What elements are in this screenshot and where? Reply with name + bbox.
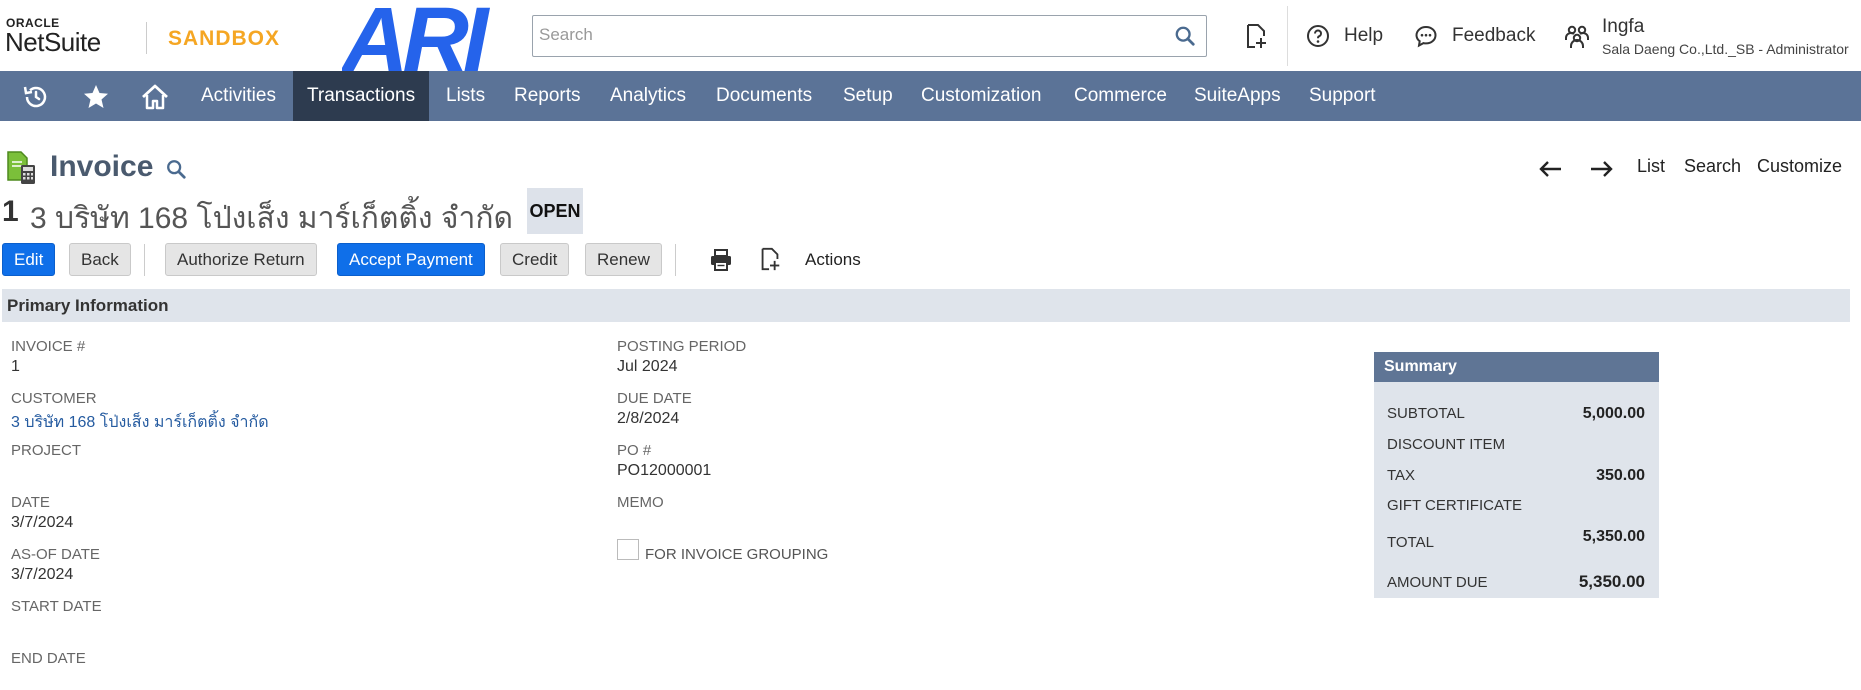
global-header: ORACLE NetSuite SANDBOX ARI Help Feedbac… (0, 0, 1861, 71)
invoice-grouping-label: FOR INVOICE GROUPING (645, 546, 829, 563)
logo-divider (146, 22, 147, 54)
star-icon[interactable] (81, 82, 111, 112)
invoice-icon (7, 151, 35, 184)
total-value: 5,350.00 (1582, 528, 1645, 545)
accept-payment-button[interactable]: Accept Payment (337, 243, 485, 276)
home-icon[interactable] (140, 82, 170, 112)
nav-documents[interactable]: Documents (702, 71, 826, 121)
as-of-date-value: 3/7/2024 (11, 566, 74, 583)
page-title: Invoice (50, 150, 154, 183)
toolbar-separator (144, 244, 145, 276)
nav-setup[interactable]: Setup (829, 71, 907, 121)
arrow-right-icon[interactable] (1589, 160, 1613, 178)
nav-transactions[interactable]: Transactions (293, 71, 430, 121)
po-number-value: PO12000001 (617, 462, 712, 479)
sandbox-label: SANDBOX (168, 27, 281, 50)
edit-button[interactable]: Edit (2, 243, 56, 276)
subtotal-value: 5,000.00 (1582, 405, 1645, 422)
posting-period-value: Jul 2024 (617, 358, 678, 375)
netsuite-logo[interactable]: NetSuite (5, 27, 101, 58)
new-record-icon[interactable] (757, 246, 783, 272)
customize-link[interactable]: Customize (1757, 156, 1842, 177)
list-link[interactable]: List (1637, 156, 1665, 177)
summary-title: Summary (1384, 358, 1457, 375)
authorize-return-button[interactable]: Authorize Return (165, 243, 317, 276)
customer-link[interactable]: 3 บริษัท 168 โป่งเส็ง มาร์เก็ตติ้ง จำกัด (11, 410, 269, 435)
gift-certificate-label: GIFT CERTIFICATE (1387, 497, 1523, 514)
invoice-number-label: INVOICE # (11, 338, 86, 355)
user-role[interactable]: Sala Daeng Co.,Ltd._SB - Administrator (1602, 41, 1849, 57)
renew-button[interactable]: Renew (585, 243, 662, 276)
date-label: DATE (11, 494, 50, 511)
search-input[interactable] (533, 16, 1153, 54)
tax-label: TAX (1387, 467, 1416, 484)
tax-value: 350.00 (1596, 467, 1645, 484)
subtotal-label: SUBTOTAL (1387, 405, 1465, 422)
nav-lists[interactable]: Lists (432, 71, 499, 121)
back-button[interactable]: Back (69, 243, 131, 276)
summary-panel: Summary SUBTOTAL 5,000.00 DISCOUNT ITEM … (1374, 352, 1659, 598)
global-search[interactable] (532, 15, 1207, 57)
search-icon[interactable] (165, 158, 187, 180)
po-number-label: PO # (617, 442, 652, 459)
invoice-number-value: 1 (11, 358, 20, 375)
nav-activities[interactable]: Activities (187, 71, 290, 121)
main-navigation: Activities Transactions Lists Reports An… (0, 71, 1861, 121)
project-label: PROJECT (11, 442, 82, 459)
header-separator (1287, 6, 1288, 66)
primary-information-header[interactable]: Primary Information (2, 289, 1850, 322)
nav-support[interactable]: Support (1295, 71, 1390, 121)
roles-icon[interactable] (1564, 23, 1590, 49)
due-date-label: DUE DATE (617, 390, 692, 407)
new-record-icon[interactable] (1242, 22, 1270, 50)
feedback-link[interactable]: Feedback (1452, 25, 1535, 47)
invoice-grouping-checkbox[interactable] (617, 539, 639, 560)
nav-commerce[interactable]: Commerce (1060, 71, 1181, 121)
search-link[interactable]: Search (1684, 156, 1741, 177)
print-icon[interactable] (709, 248, 733, 272)
recent-icon[interactable] (21, 82, 51, 112)
amount-due-label: AMOUNT DUE (1387, 574, 1488, 591)
date-value: 3/7/2024 (11, 514, 74, 531)
actions-menu[interactable]: Actions (805, 250, 861, 270)
section-title: Primary Information (7, 296, 169, 315)
toolbar-separator (675, 244, 676, 276)
nav-reports[interactable]: Reports (500, 71, 595, 121)
record-name: 3 บริษัท 168 โป่งเส็ง มาร์เก็ตติ้ง จำกัด (30, 202, 513, 235)
nav-customization[interactable]: Customization (907, 71, 1055, 121)
help-icon[interactable] (1306, 24, 1330, 48)
discount-item-label: DISCOUNT ITEM (1387, 436, 1506, 453)
status-badge: OPEN (527, 188, 583, 234)
ari-brand-logo: ARI (342, 0, 497, 71)
nav-suiteapps[interactable]: SuiteApps (1180, 71, 1295, 121)
help-link[interactable]: Help (1344, 25, 1383, 47)
summary-header: Summary (1374, 352, 1659, 382)
arrow-left-icon[interactable] (1539, 160, 1563, 178)
search-icon[interactable] (1174, 25, 1196, 47)
start-date-label: START DATE (11, 598, 102, 615)
due-date-value: 2/8/2024 (617, 410, 680, 427)
amount-due-value: 5,350.00 (1578, 572, 1645, 591)
as-of-date-label: AS-OF DATE (11, 546, 100, 563)
svg-text:ARI: ARI (342, 0, 491, 71)
user-name[interactable]: Ingfa (1602, 16, 1644, 38)
nav-analytics[interactable]: Analytics (596, 71, 700, 121)
posting-period-label: POSTING PERIOD (617, 338, 747, 355)
total-label: TOTAL (1387, 534, 1434, 551)
memo-label: MEMO (617, 494, 664, 511)
credit-button[interactable]: Credit (500, 243, 570, 276)
customer-label: CUSTOMER (11, 390, 97, 407)
record-number: 1 (2, 195, 19, 228)
end-date-label: END DATE (11, 650, 86, 667)
feedback-icon[interactable] (1414, 24, 1438, 48)
